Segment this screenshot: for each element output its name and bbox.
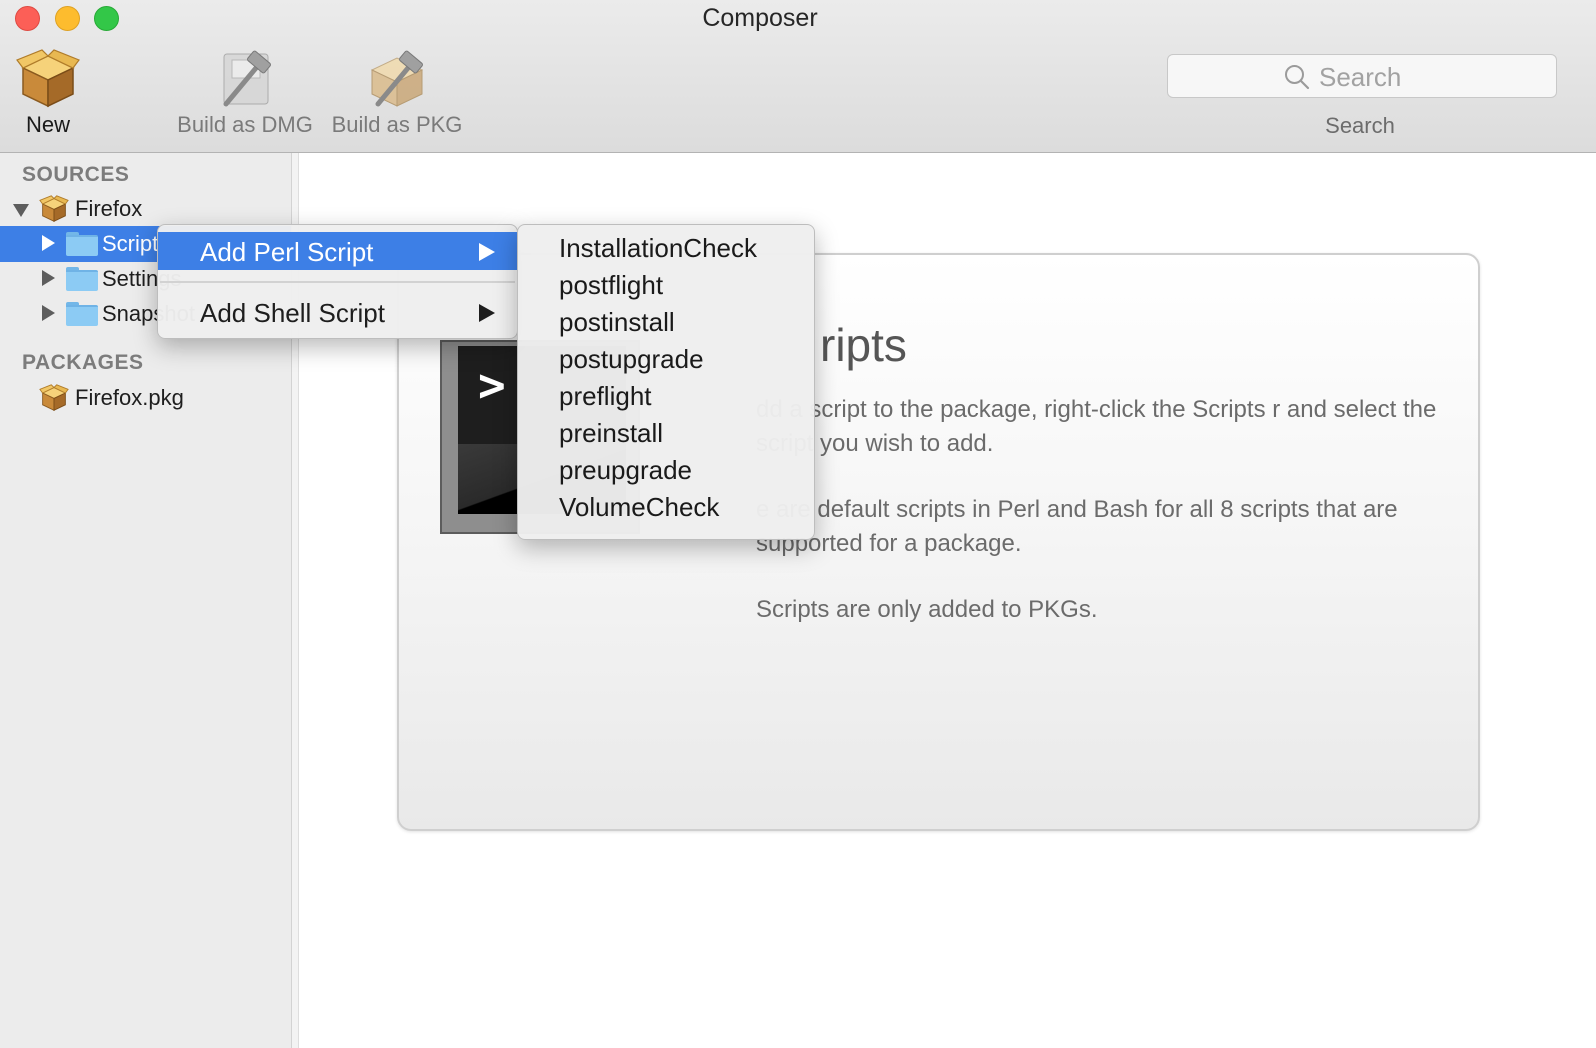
- sidebar-item-firefox-pkg[interactable]: Firefox.pkg: [0, 380, 291, 416]
- panel-paragraph: dd a script to the package, right-click …: [756, 396, 1437, 457]
- package-box-icon: [10, 44, 86, 110]
- packages-header: PACKAGES: [22, 351, 144, 374]
- build-as-pkg-button[interactable]: Build as PKG: [328, 44, 466, 138]
- panel-paragraph: e are default scripts in Perl and Bash f…: [756, 496, 1398, 557]
- submenu-item-preupgrade[interactable]: preupgrade: [559, 455, 692, 486]
- sidebar-item-label: Firefox: [75, 196, 143, 221]
- menu-item-add-perl-script[interactable]: Add Perl Script: [158, 232, 517, 270]
- disclosure-triangle-collapsed-icon[interactable]: [42, 305, 55, 321]
- build-as-pkg-label: Build as PKG: [331, 112, 463, 137]
- hammer-disk-icon: [172, 44, 318, 110]
- panel-paragraph: Scripts are only added to PKGs.: [756, 596, 1098, 623]
- submenu-item-volumecheck[interactable]: VolumeCheck: [559, 492, 719, 523]
- submenu-item-installationcheck[interactable]: InstallationCheck: [559, 233, 757, 264]
- submenu-item-preinstall[interactable]: preinstall: [559, 418, 663, 449]
- window-title: Composer: [702, 4, 818, 32]
- search-caption: Search: [1325, 113, 1395, 138]
- disclosure-triangle-collapsed-icon[interactable]: [42, 235, 55, 251]
- folder-icon: [66, 232, 98, 256]
- new-button-label: New: [25, 112, 70, 137]
- package-box-icon: [39, 195, 69, 222]
- menu-item-label: Add Shell Script: [200, 298, 385, 328]
- submenu-item-postupgrade[interactable]: postupgrade: [559, 344, 704, 375]
- submenu: InstallationCheck postflight postinstall…: [517, 224, 815, 540]
- search-placeholder: Search: [1319, 62, 1402, 92]
- submenu-item-postinstall[interactable]: postinstall: [559, 307, 675, 338]
- sidebar-item-label: Firefox.pkg: [75, 385, 184, 410]
- submenu-arrow-icon: [479, 243, 495, 261]
- menu-item-label: Add Perl Script: [200, 237, 374, 267]
- hammer-box-icon: [328, 44, 466, 110]
- search-input[interactable]: Search: [1167, 54, 1557, 98]
- menu-item-add-shell-script[interactable]: Add Shell Script: [158, 293, 517, 331]
- folder-icon: [66, 267, 98, 291]
- submenu-item-postflight[interactable]: postflight: [559, 270, 663, 301]
- context-menu: Add Perl Script Add Shell Script: [157, 224, 518, 339]
- sidebar-item-firefox[interactable]: Firefox: [0, 191, 291, 227]
- panel-title: ripts: [820, 319, 907, 371]
- disclosure-triangle-expanded-icon[interactable]: [13, 204, 29, 217]
- disclosure-triangle-collapsed-icon[interactable]: [42, 270, 55, 286]
- sources-header: SOURCES: [22, 163, 130, 186]
- search-icon: [1285, 65, 1310, 90]
- submenu-item-preflight[interactable]: preflight: [559, 381, 652, 412]
- new-button[interactable]: New: [10, 44, 86, 138]
- package-box-icon: [39, 384, 69, 411]
- title-bar: Composer New Build as DMG Build as PKG S…: [0, 0, 1596, 153]
- submenu-arrow-icon: [479, 304, 495, 322]
- menu-separator: [160, 281, 515, 283]
- folder-icon: [66, 302, 98, 326]
- build-as-dmg-button[interactable]: Build as DMG: [172, 44, 318, 138]
- terminal-prompt: >: [478, 358, 506, 412]
- build-as-dmg-label: Build as DMG: [177, 112, 313, 137]
